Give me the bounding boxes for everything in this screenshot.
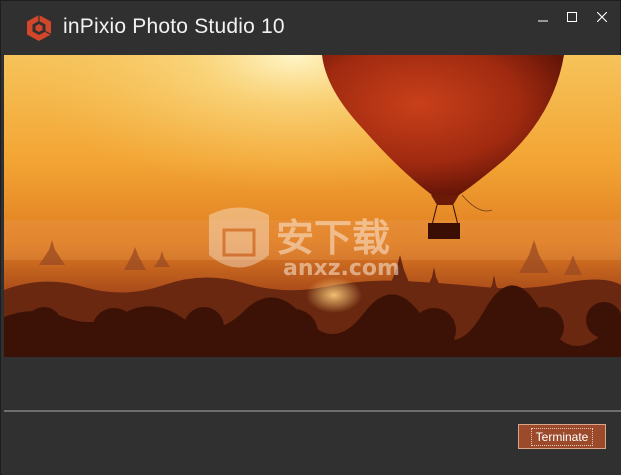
close-icon (597, 12, 607, 22)
footer-area (2, 357, 621, 475)
watermark-domain: anxz.com (283, 256, 400, 281)
inpixio-cube-logo-icon (26, 14, 52, 42)
maximize-button[interactable] (557, 6, 587, 28)
banner-image: 安下载 anxz.com (4, 55, 621, 357)
terminate-button[interactable]: Terminate (518, 424, 606, 449)
minimize-button[interactable] (528, 6, 558, 28)
shield-watermark-icon (209, 207, 269, 268)
footer-divider (4, 410, 621, 412)
terminate-button-label: Terminate (530, 427, 594, 446)
close-button[interactable] (587, 6, 617, 28)
title-bar[interactable]: inPixio Photo Studio 10 (1, 1, 620, 55)
installer-window: inPixio Photo Studio 10 安下载 anxz.com Ter… (0, 0, 621, 475)
minimize-icon (538, 12, 548, 22)
window-title: inPixio Photo Studio 10 (63, 15, 285, 38)
watermark-text: 安下载 (276, 216, 390, 260)
maximize-icon (567, 12, 577, 22)
